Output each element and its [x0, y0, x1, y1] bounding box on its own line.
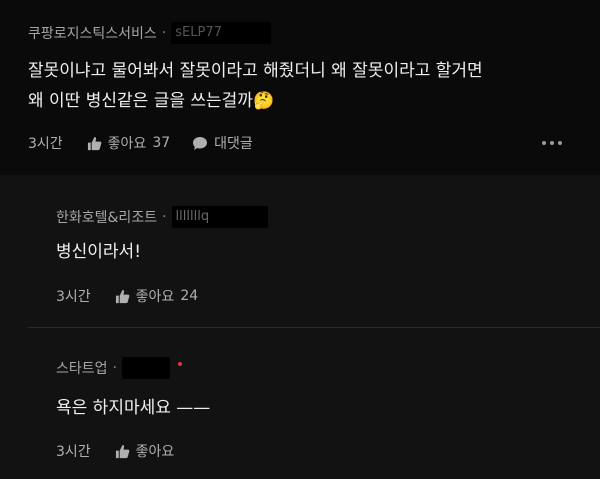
- like-label: 좋아요: [135, 444, 175, 460]
- reply-button[interactable]: 대댓글: [192, 133, 253, 153]
- more-dot-icon: [558, 141, 562, 145]
- reply-time: 3시간: [56, 289, 91, 305]
- replies-section: 한화호텔&리조트 · lllllllq 병신이라서! 3시간 좋아요 24 스타…: [0, 175, 600, 479]
- reply-meta: 스타트업 ·: [56, 356, 182, 380]
- reply-body: 병신이라서!: [56, 242, 142, 262]
- like-label: 좋아요: [135, 289, 175, 305]
- divider: [28, 327, 600, 328]
- separator-dot: ·: [162, 209, 167, 225]
- separator-dot: ·: [112, 360, 117, 376]
- thinking-face-emoji: 🤔: [252, 91, 275, 111]
- like-button[interactable]: 좋아요 24: [115, 286, 198, 306]
- more-options-button[interactable]: [542, 141, 562, 145]
- comment-text-line2: 왜 이딴 병신같은 글을 쓰는걸까: [28, 91, 253, 111]
- reply-actions: 3시간 좋아요 24: [56, 286, 220, 306]
- thumbs-up-icon: [87, 136, 102, 150]
- reply-author[interactable]: 스타트업: [56, 358, 108, 378]
- thumbs-up-icon: [115, 444, 130, 458]
- author-id-redacted[interactable]: [121, 357, 170, 379]
- reply-item: 한화호텔&리조트 · lllllllq: [56, 205, 268, 229]
- thumbs-up-icon: [115, 289, 130, 303]
- like-count: 24: [180, 288, 199, 304]
- reply-body: 욕은 하지마세요 ——: [56, 398, 211, 418]
- like-button[interactable]: 좋아요 37: [87, 133, 170, 153]
- comment-actions: 3시간 좋아요 37 대댓글: [28, 133, 600, 153]
- reply-label: 대댓글: [214, 136, 253, 152]
- like-label: 좋아요: [107, 136, 147, 152]
- like-button[interactable]: 좋아요: [115, 441, 175, 461]
- comment-time: 3시간: [28, 136, 63, 152]
- more-dot-icon: [542, 141, 546, 145]
- new-badge-dot: [177, 362, 182, 366]
- author-id-redacted[interactable]: sELP77: [171, 22, 272, 44]
- like-count: 37: [152, 135, 171, 151]
- reply-time: 3시간: [56, 444, 91, 460]
- comment-text-line1: 잘못이냐고 물어봐서 잘못이라고 해줬더니 왜 잘못이라고 할거면: [28, 61, 483, 81]
- reply-author[interactable]: 한화호텔&리조트: [56, 207, 157, 227]
- separator-dot: ·: [161, 25, 167, 41]
- reply-item: 스타트업 ·: [56, 356, 182, 380]
- author-id-redacted[interactable]: lllllllq: [171, 206, 268, 228]
- reply-actions: 3시간 좋아요: [56, 441, 196, 461]
- comment: 쿠팡로지스틱스서비스 · sELP77 잘못이냐고 물어봐서 잘못이라고 해줬더…: [0, 0, 600, 175]
- comment-body: 잘못이냐고 물어봐서 잘못이라고 해줬더니 왜 잘못이라고 할거면 왜 이딴 병…: [28, 56, 588, 116]
- more-dot-icon: [550, 141, 554, 145]
- speech-bubble-icon: [193, 136, 208, 150]
- comment-author[interactable]: 쿠팡로지스틱스서비스: [28, 23, 157, 43]
- comment-meta: 쿠팡로지스틱스서비스 · sELP77: [28, 21, 272, 45]
- reply-meta: 한화호텔&리조트 · lllllllq: [56, 205, 268, 229]
